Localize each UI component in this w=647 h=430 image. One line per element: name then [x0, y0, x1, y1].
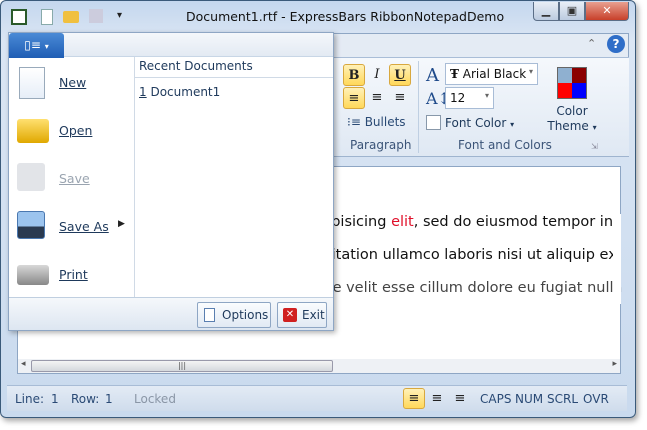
menu-divider [134, 57, 135, 297]
recent-divider [135, 77, 333, 78]
status-align-left-button[interactable]: ≡ [403, 388, 425, 409]
color-theme-line2: Theme [547, 119, 589, 133]
clip-mask [613, 214, 621, 304]
swatch-3 [558, 83, 572, 98]
align-left-button[interactable]: ≡ [343, 87, 365, 109]
options-label: Options [222, 308, 269, 322]
exit-button[interactable]: ✕ Exit [277, 302, 327, 328]
text: , sed do eiusmod tempor in [413, 214, 614, 230]
ovr-indicator: OVR [583, 392, 609, 406]
dialog-launcher-icon[interactable]: ⇲ [591, 142, 598, 151]
exit-label: Exit [302, 308, 325, 322]
num-indicator: NUM [515, 392, 544, 406]
save-disk-icon [17, 163, 45, 191]
swatch-2 [572, 68, 586, 83]
font-size-combo[interactable]: 12 ▾ [445, 87, 494, 109]
font-color-label: Font Color [445, 116, 507, 130]
document-line-1: dipisicing elit, sed do eiusmod tempor i… [318, 214, 613, 230]
new-icon[interactable] [41, 9, 53, 25]
menu-item-open[interactable]: Open [9, 107, 134, 155]
locked-indicator: Locked [134, 392, 176, 406]
recent-name: Document1 [150, 85, 221, 99]
app-icon [11, 9, 27, 25]
options-icon [204, 308, 215, 322]
menu-item-new[interactable]: New [9, 59, 134, 107]
scroll-left-icon[interactable]: ◂ [21, 359, 26, 369]
paragraph-group-label: Paragraph [350, 138, 412, 152]
status-bar: Line: 1 Row: 1 Locked ≡ ≡ ≡ CAPS NUM SCR… [7, 385, 627, 411]
minimize-button[interactable]: ▁ [533, 2, 559, 21]
bullets-label: Bullets [364, 115, 406, 129]
folder-icon [17, 119, 49, 143]
horizontal-scrollbar[interactable]: ◂ ||| ▸ [18, 359, 620, 373]
red-text: elit [391, 214, 414, 230]
document-line-2: rcitation ullamco laboris nisi ut aliqui… [318, 247, 617, 263]
row-label: Row: [71, 392, 100, 406]
bullets-button[interactable]: ⁝≡ Bullets [347, 115, 406, 129]
color-theme-button[interactable]: Color Theme ▾ [547, 104, 597, 135]
underline-button[interactable]: U [389, 64, 411, 86]
open-icon[interactable] [63, 11, 79, 23]
font-name-value: Arial Black [462, 67, 527, 81]
menu-item-label: Save As [59, 219, 109, 234]
scroll-thumb[interactable]: ||| [31, 360, 333, 372]
bullets-icon: ⁝≡ [347, 115, 365, 129]
color-theme-icon [557, 67, 587, 99]
window-title: Document1.rtf - ExpressBars RibbonNotepa… [186, 9, 505, 24]
scrl-indicator: SCRL [547, 392, 579, 406]
menu-item-print[interactable]: Print [9, 251, 134, 299]
menu-item-label: New [59, 75, 87, 90]
caps-indicator: CAPS [480, 392, 512, 406]
minimize-ribbon-icon[interactable]: ⌃ [587, 37, 596, 50]
application-button[interactable]: ▯≡ ▾ [9, 33, 64, 58]
save-icon[interactable] [89, 9, 103, 23]
exit-icon: ✕ [283, 308, 297, 322]
row-value: 1 [105, 392, 113, 406]
recent-documents-title: Recent Documents [139, 59, 253, 73]
font-group-label: Font and Colors [458, 138, 552, 152]
printer-icon [17, 265, 49, 285]
line-label: Line: [15, 392, 45, 406]
close-button[interactable]: ✕ [585, 2, 629, 21]
font-color-swatch[interactable] [426, 115, 441, 130]
bold-button[interactable]: B [343, 64, 365, 86]
align-center-button[interactable]: ≡ [366, 87, 388, 109]
scroll-right-icon[interactable]: ▸ [612, 359, 617, 369]
recent-document-item[interactable]: 1 Document1 [139, 85, 220, 99]
document-line-3: ate velit esse cillum dolore eu fugiat n… [318, 280, 623, 296]
swatch-4 [572, 83, 586, 98]
customize-qat-icon[interactable]: ▾ [117, 10, 122, 21]
swatch-1 [558, 68, 572, 83]
font-name-combo[interactable]: Ŧ Arial Black ▾ [445, 63, 538, 85]
align-right-button[interactable]: ≡ [389, 87, 411, 109]
help-icon[interactable]: ? [607, 35, 625, 53]
new-document-icon [19, 67, 45, 99]
menu-footer: Options ✕ Exit [9, 297, 333, 330]
recent-number: 1 [139, 85, 147, 99]
status-align-center-button[interactable]: ≡ [426, 388, 448, 410]
group-divider [418, 61, 419, 153]
menu-item-save: Save [9, 155, 134, 203]
menu-item-label: Save [59, 171, 90, 186]
grow-font-icon[interactable]: A [426, 65, 439, 86]
color-theme-line1: Color [556, 104, 588, 118]
status-align-right-button[interactable]: ≡ [449, 388, 471, 410]
line-value: 1 [51, 392, 59, 406]
italic-button[interactable]: I [366, 64, 388, 86]
menu-item-label: Print [59, 267, 88, 282]
application-menu: ▯≡ ▾ New Open Save Save As ▶ Print Recent… [8, 32, 334, 331]
save-as-disk-icon [17, 211, 45, 239]
font-color-button[interactable]: Font Color ▾ [445, 116, 514, 130]
menu-item-save-as[interactable]: Save As ▶ [9, 203, 134, 251]
submenu-arrow-icon: ▶ [118, 219, 125, 229]
font-size-value: 12 [450, 91, 466, 105]
options-button[interactable]: Options [197, 302, 271, 328]
menu-item-label: Open [59, 123, 93, 138]
maximize-button[interactable]: ▣ [559, 2, 585, 21]
